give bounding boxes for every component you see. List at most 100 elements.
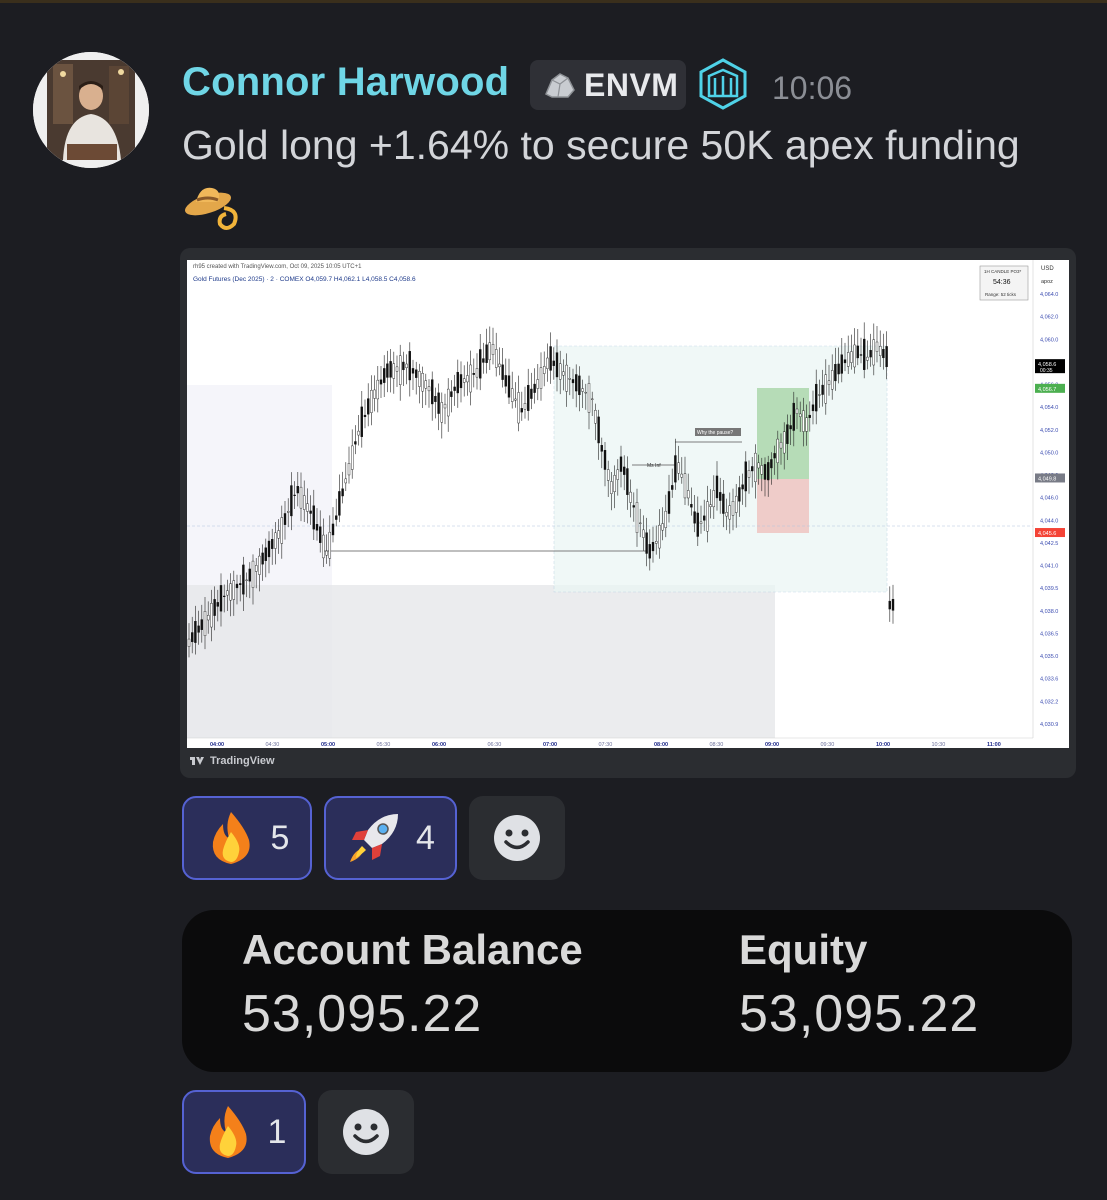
candle-body xyxy=(219,585,223,612)
candle-body xyxy=(738,487,741,502)
candle-body xyxy=(747,470,751,478)
candle-body xyxy=(270,539,274,549)
candle-body xyxy=(331,523,335,536)
candle-body xyxy=(591,398,594,400)
candle-body xyxy=(277,530,280,539)
price-badge-label: 4,049.8 xyxy=(1038,476,1056,482)
time-tick: 05:00 xyxy=(321,742,335,748)
fire-icon xyxy=(209,1106,247,1158)
time-tick: 08:00 xyxy=(654,742,668,748)
top-accent-line xyxy=(0,0,1107,3)
candle-body xyxy=(456,371,459,394)
candle-body xyxy=(847,352,850,367)
brand-badge-icon xyxy=(697,58,749,115)
add-reaction-button[interactable] xyxy=(469,796,565,880)
candle-body xyxy=(671,485,674,490)
candle-body xyxy=(527,385,530,411)
candle-body xyxy=(235,583,239,589)
candle-body xyxy=(805,417,808,432)
candle-body xyxy=(216,602,219,607)
candle-body xyxy=(811,404,815,412)
price-tick: 4,035.0 xyxy=(1040,654,1058,660)
candle-body xyxy=(776,438,779,463)
candle-body xyxy=(642,529,645,538)
candle-body xyxy=(840,354,843,374)
image-embed[interactable]: rh95 created with TradingView.com, Oct 0… xyxy=(180,248,1076,778)
reaction-fire-count: 5 xyxy=(270,818,290,857)
username[interactable]: Connor Harwood xyxy=(182,60,509,105)
candle-body xyxy=(824,374,827,404)
candle-body xyxy=(799,413,802,417)
candle-body xyxy=(597,416,600,444)
candle-body xyxy=(402,361,405,371)
candle-body xyxy=(610,481,613,494)
candle-body xyxy=(789,425,792,430)
candle-body xyxy=(466,375,469,383)
candle-body xyxy=(584,391,587,394)
user-avatar[interactable] xyxy=(33,52,149,168)
candle-body xyxy=(751,466,754,472)
stone-icon xyxy=(545,73,575,98)
candle-body xyxy=(709,504,712,507)
zone-bottom xyxy=(187,585,775,747)
candle-body xyxy=(309,510,312,514)
candle-body xyxy=(635,502,639,533)
candle-body xyxy=(539,367,543,389)
candle-body xyxy=(418,370,421,387)
candle-body xyxy=(619,456,623,472)
candle-body xyxy=(447,388,450,417)
candle-box-range: Range: 52 ticks xyxy=(985,292,1017,297)
candle-body xyxy=(613,475,616,493)
server-tag[interactable]: ENVM xyxy=(530,60,686,110)
candle-body xyxy=(728,505,731,520)
candle-body xyxy=(347,463,351,476)
candle-body xyxy=(504,375,507,387)
candle-body xyxy=(549,346,552,371)
candle-body xyxy=(251,560,255,588)
candle-body xyxy=(354,441,357,445)
candle-body xyxy=(322,534,325,559)
avatar-photo xyxy=(33,52,149,168)
price-tick: 4,032.2 xyxy=(1040,699,1058,705)
candle-body xyxy=(888,600,891,610)
candle-body xyxy=(459,374,463,389)
symbol-line: Gold Futures (Dec 2025) · 2 · COMEX O4,0… xyxy=(193,276,416,283)
candle-body xyxy=(440,402,444,423)
candle-body xyxy=(223,595,226,597)
time-tick: 05:30 xyxy=(377,742,391,748)
price-tick: 4,042.5 xyxy=(1040,541,1058,547)
time-tick: 04:00 xyxy=(210,742,224,748)
candle-body xyxy=(763,464,767,480)
reaction-rocket[interactable]: 4 xyxy=(324,796,457,880)
candle-body xyxy=(379,379,383,385)
account-balance-value: 53,095.22 xyxy=(242,985,483,1043)
tradingview-footer: TradingView xyxy=(190,755,275,767)
candle-body xyxy=(299,486,303,509)
price-tick: 4,036.5 xyxy=(1040,631,1058,637)
price-tick: 4,033.6 xyxy=(1040,677,1058,683)
candle-body xyxy=(286,511,290,513)
candle-body xyxy=(664,510,667,528)
candle-body xyxy=(523,403,527,410)
candle-body xyxy=(334,515,338,520)
tradingview-chart[interactable]: rh95 created with TradingView.com, Oct 0… xyxy=(187,260,1069,748)
reaction-fire[interactable]: 5 xyxy=(182,796,312,880)
candle-body xyxy=(498,363,501,368)
candle-body xyxy=(690,504,693,508)
time-tick: 04:30 xyxy=(266,742,280,748)
reaction-rocket-count: 4 xyxy=(416,818,435,857)
price-tick: 4,030.9 xyxy=(1040,722,1058,728)
price-tick: 4,044.0 xyxy=(1040,518,1058,524)
candle-body xyxy=(341,488,344,497)
price-tick: 4,060.0 xyxy=(1040,337,1058,343)
candle-body xyxy=(607,469,610,481)
add-reaction-button-2[interactable] xyxy=(318,1090,414,1174)
candle-body xyxy=(850,351,853,363)
candle-body xyxy=(603,450,607,470)
price-tick: 4,050.0 xyxy=(1040,450,1058,456)
candle-body xyxy=(578,375,581,396)
reaction-fire-2[interactable]: 1 xyxy=(182,1090,306,1174)
candle-body xyxy=(815,383,818,412)
candle-body xyxy=(280,517,284,544)
candle-body xyxy=(405,363,408,369)
